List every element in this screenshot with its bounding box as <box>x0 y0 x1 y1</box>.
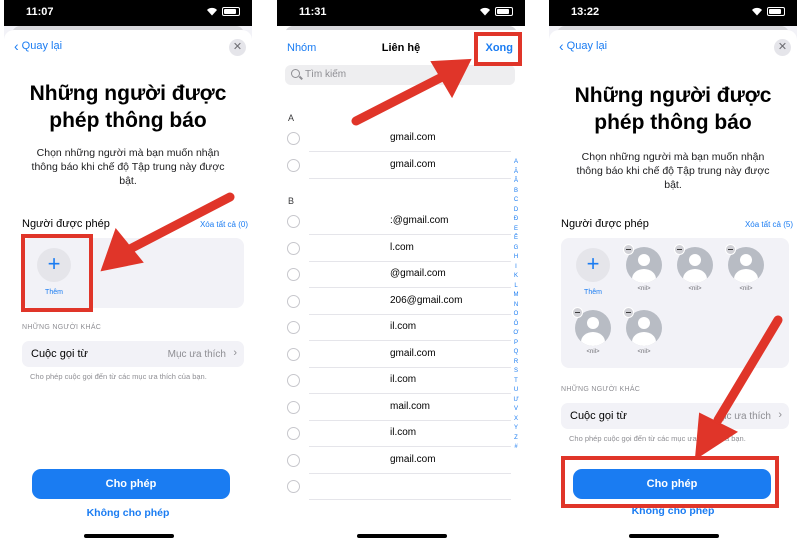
arrow-to-add-button <box>123 192 235 255</box>
arrow-to-done-button <box>351 71 449 126</box>
annotation-arrows <box>100 58 783 460</box>
arrow-to-allow-button <box>713 315 783 425</box>
